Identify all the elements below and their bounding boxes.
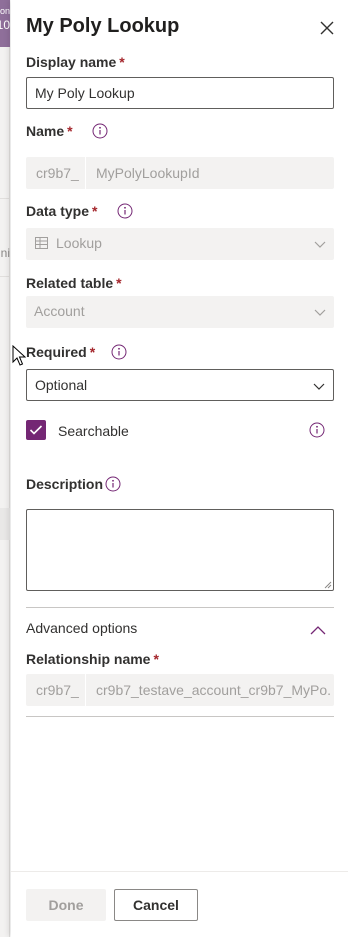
chevron-down-icon [313, 383, 325, 390]
chevron-up-icon[interactable] [310, 624, 326, 636]
searchable-label: Searchable [58, 423, 129, 439]
name-value: MyPolyLookupId [96, 165, 200, 181]
background-row [0, 508, 10, 540]
footer-divider [11, 871, 348, 872]
info-icon[interactable] [309, 422, 325, 438]
done-button[interactable]: Done [26, 889, 106, 921]
required-label: Required * [26, 344, 96, 360]
relationship-name-field: cr9b7_ cr9b7_testave_account_cr9b7_MyPo.… [26, 674, 334, 706]
checkmark-icon [29, 425, 43, 435]
required-value: Optional [35, 377, 88, 393]
searchable-checkbox[interactable] [26, 420, 46, 440]
description-label: Description [26, 476, 104, 492]
display-name-label: Display name * [26, 54, 125, 70]
related-table-dropdown: Account [26, 296, 334, 328]
resize-handle-icon[interactable] [324, 581, 332, 589]
name-field: cr9b7_ MyPolyLookupId [26, 157, 334, 189]
name-prefix: cr9b7_ [26, 157, 86, 189]
info-icon[interactable] [111, 344, 127, 360]
lookup-table-icon [35, 237, 48, 249]
background-divider [0, 198, 10, 199]
panel-title: My Poly Lookup [26, 15, 180, 37]
section-divider [26, 716, 334, 717]
background-text-2: 10 [0, 18, 10, 32]
data-type-value: Lookup [56, 235, 102, 251]
relationship-name-prefix: cr9b7_ [26, 674, 86, 706]
data-type-dropdown: Lookup [26, 228, 334, 260]
background-text-1: on [0, 6, 10, 16]
display-name-input[interactable]: My Poly Lookup [26, 77, 334, 109]
background-text-3: ni [0, 246, 10, 260]
name-label: Name * [26, 123, 73, 139]
new-column-panel: My Poly Lookup Display name * My Poly Loo… [11, 0, 348, 937]
related-table-label: Related table * [26, 275, 122, 291]
chevron-down-icon [314, 309, 326, 316]
chevron-down-icon [314, 241, 326, 248]
background-header: on 10 [0, 0, 10, 47]
relationship-name-label: Relationship name * [26, 651, 159, 667]
data-type-label: Data type * [26, 203, 98, 219]
required-dropdown[interactable]: Optional [26, 369, 334, 401]
mouse-cursor-icon [12, 345, 26, 366]
info-icon[interactable] [105, 476, 121, 492]
info-icon[interactable] [92, 123, 108, 139]
background-divider [0, 276, 10, 277]
description-textarea[interactable] [26, 509, 334, 591]
cancel-button[interactable]: Cancel [114, 889, 198, 921]
section-divider [26, 607, 334, 608]
related-table-value: Account [34, 303, 85, 319]
advanced-options-label[interactable]: Advanced options [26, 620, 137, 636]
relationship-name-value: cr9b7_testave_account_cr9b7_MyPo... [96, 682, 330, 698]
close-icon[interactable] [319, 20, 335, 36]
background-page [0, 0, 10, 937]
info-icon[interactable] [117, 203, 133, 219]
